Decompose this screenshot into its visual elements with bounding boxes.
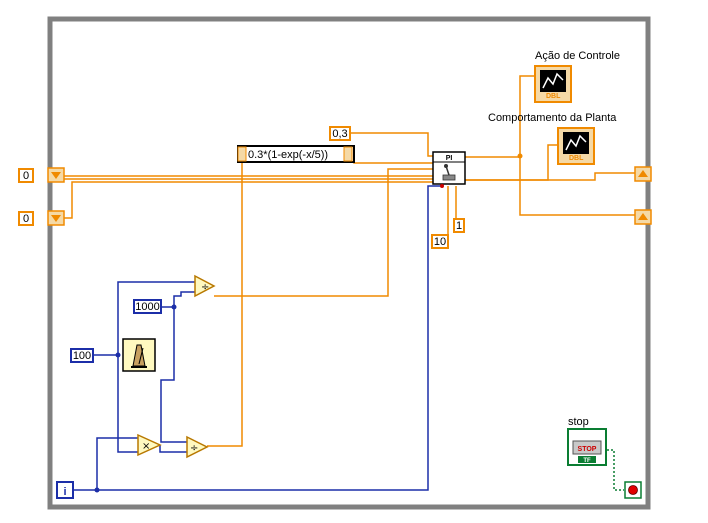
wire-pi-out-plant [465,144,558,181]
plant-behavior-label: Comportamento da Planta [488,112,617,124]
tf-tag-text: TF [583,458,591,464]
wire-setpoint [351,132,433,157]
dbl-tag: DBL [569,155,584,162]
divide-symbol: ÷ [190,443,198,454]
formula-input-terminal[interactable] [237,146,247,162]
wire-input2 [63,181,439,219]
control-action-label: Ação de Controle [535,50,620,62]
wire-pi-to-right-1 [465,172,636,181]
stop-label: stop [568,416,589,428]
stop-if-true-icon [628,485,638,495]
chart-screen [540,70,566,92]
setpoint-constant[interactable]: 0,3 [329,126,351,141]
wire-junction [171,304,177,310]
divisor-constant[interactable]: 1000 [133,299,162,314]
wire-junction [115,352,121,358]
dbl-tag: DBL [546,93,561,100]
wire-junction [94,487,100,493]
wire-divide-to-pi [214,168,433,297]
shift-register-init-constant[interactable]: 0 [18,168,34,183]
formula-output-terminal[interactable] [343,146,353,162]
block-diagram: 0.3*(1-exp(-x/5)) PI ÷ × ÷ STOP TF i [47,16,652,510]
wire-formula-out [353,154,433,164]
wait-ms-constant[interactable]: 100 [70,348,94,363]
wire-stop [607,449,624,491]
kp-constant[interactable]: 10 [431,234,449,249]
pi-block-label: PI [446,155,453,162]
divide-symbol: ÷ [201,282,209,293]
wire-multiply-out [159,445,187,453]
pi-input-terminal [440,184,444,188]
wire-junction [517,153,523,159]
wire-iteration [73,185,442,491]
wire-control-down [519,157,636,216]
stop-button-text: STOP [578,446,597,453]
iteration-terminal-label: i [63,486,66,498]
wire-divisor [160,306,187,443]
shift-register-init-constant[interactable]: 0 [18,211,34,226]
chart-screen [563,132,589,154]
multiply-symbol: × [142,441,150,452]
formula-expression: 0.3*(1-exp(-x/5)) [248,149,328,161]
ti-constant[interactable]: 1 [453,218,465,233]
wire-divisor-divide [173,291,195,307]
wire-formula-in [207,154,243,447]
